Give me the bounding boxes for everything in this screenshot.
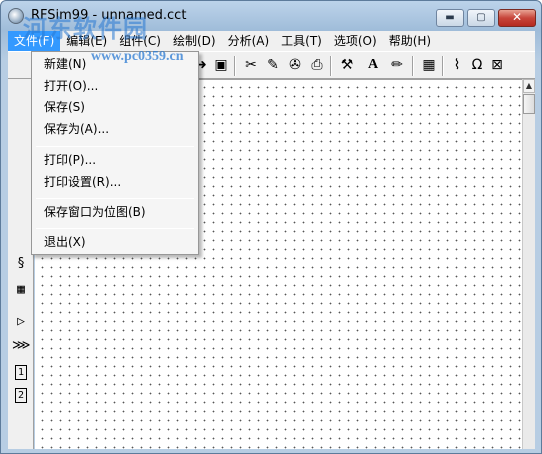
maximize-button[interactable]: ▢ bbox=[467, 9, 495, 27]
menu-item-print-setup[interactable]: 打印设置(R)... bbox=[44, 172, 121, 192]
toolbar-separator bbox=[330, 56, 332, 76]
smith-chart-icon[interactable]: ⊠ bbox=[488, 56, 506, 74]
menu-analysis[interactable]: 分析(A) bbox=[222, 31, 276, 51]
menu-item-open[interactable]: 打开(O)... bbox=[44, 76, 98, 96]
wand-icon[interactable]: ⚒ bbox=[338, 56, 356, 74]
toolbar-separator bbox=[442, 56, 444, 76]
component-c-icon[interactable]: ✇ bbox=[286, 56, 304, 74]
window-title: RFSim99 - unnamed.cct bbox=[31, 8, 187, 23]
minimize-button[interactable]: ▬ bbox=[436, 9, 464, 27]
app-icon[interactable] bbox=[8, 8, 24, 24]
omega-icon[interactable]: Ω bbox=[468, 56, 486, 74]
menu-edit[interactable]: 编辑(E) bbox=[60, 31, 113, 51]
menu-component[interactable]: 组件(C) bbox=[113, 31, 167, 51]
transformer-icon[interactable]: ⋙ bbox=[12, 337, 31, 355]
menu-draw[interactable]: 绘制(D) bbox=[167, 31, 222, 51]
menu-item-exit[interactable]: 退出(X) bbox=[44, 232, 86, 252]
save-icon[interactable]: ▣ bbox=[212, 56, 230, 74]
menu-separator bbox=[36, 198, 194, 199]
printer-icon[interactable]: ⎙ bbox=[308, 56, 326, 74]
menu-tools[interactable]: 工具(T) bbox=[275, 31, 328, 51]
port-1-icon[interactable]: 1 bbox=[15, 365, 27, 380]
scroll-thumb[interactable] bbox=[523, 94, 535, 114]
menu-item-save-as[interactable]: 保存为(A)... bbox=[44, 119, 109, 139]
toolbar-separator bbox=[412, 56, 414, 76]
inductor-icon[interactable]: § bbox=[12, 255, 30, 273]
text-a-icon[interactable]: A bbox=[364, 56, 382, 74]
menu-help[interactable]: 帮助(H) bbox=[383, 31, 437, 51]
app-window: RFSim99 - unnamed.cct ▬ ▢ ✕ 文件(F) 编辑(E) … bbox=[0, 0, 542, 454]
toolbar-separator bbox=[234, 56, 236, 76]
pencil-icon[interactable]: ✏ bbox=[388, 56, 406, 74]
menu-file[interactable]: 文件(F) bbox=[8, 31, 61, 51]
scroll-up-icon[interactable]: ▲ bbox=[523, 79, 535, 93]
menu-item-save-bitmap[interactable]: 保存窗口为位图(B) bbox=[44, 202, 146, 222]
menu-separator bbox=[36, 228, 194, 229]
vertical-scrollbar[interactable]: ▲ bbox=[522, 79, 535, 449]
capacitor-stack-icon[interactable]: ▦ bbox=[12, 281, 30, 299]
component-b-icon[interactable]: ✎ bbox=[264, 56, 282, 74]
title-bar: RFSim99 - unnamed.cct ▬ ▢ ✕ bbox=[1, 1, 541, 31]
menu-bar: 文件(F) 编辑(E) 组件(C) 绘制(D) 分析(A) 工具(T) 选项(O… bbox=[8, 31, 535, 51]
component-a-icon[interactable]: ✂ bbox=[242, 56, 260, 74]
port-2-icon[interactable]: 2 bbox=[15, 388, 27, 403]
menu-separator bbox=[36, 146, 194, 147]
close-button[interactable]: ✕ bbox=[498, 9, 536, 27]
menu-item-new[interactable]: 新建(N) bbox=[44, 54, 86, 74]
menu-item-print[interactable]: 打印(P)... bbox=[44, 150, 96, 170]
menu-options[interactable]: 选项(O) bbox=[328, 31, 383, 51]
calculator-icon[interactable]: ▦ bbox=[420, 56, 438, 74]
probe-icon[interactable]: ⌇ bbox=[448, 56, 466, 74]
amplifier-icon[interactable]: ▷ bbox=[12, 313, 30, 331]
menu-item-save[interactable]: 保存(S) bbox=[44, 97, 85, 117]
file-menu-dropdown: 新建(N) 打开(O)... 保存(S) 保存为(A)... 打印(P)... … bbox=[31, 51, 199, 255]
